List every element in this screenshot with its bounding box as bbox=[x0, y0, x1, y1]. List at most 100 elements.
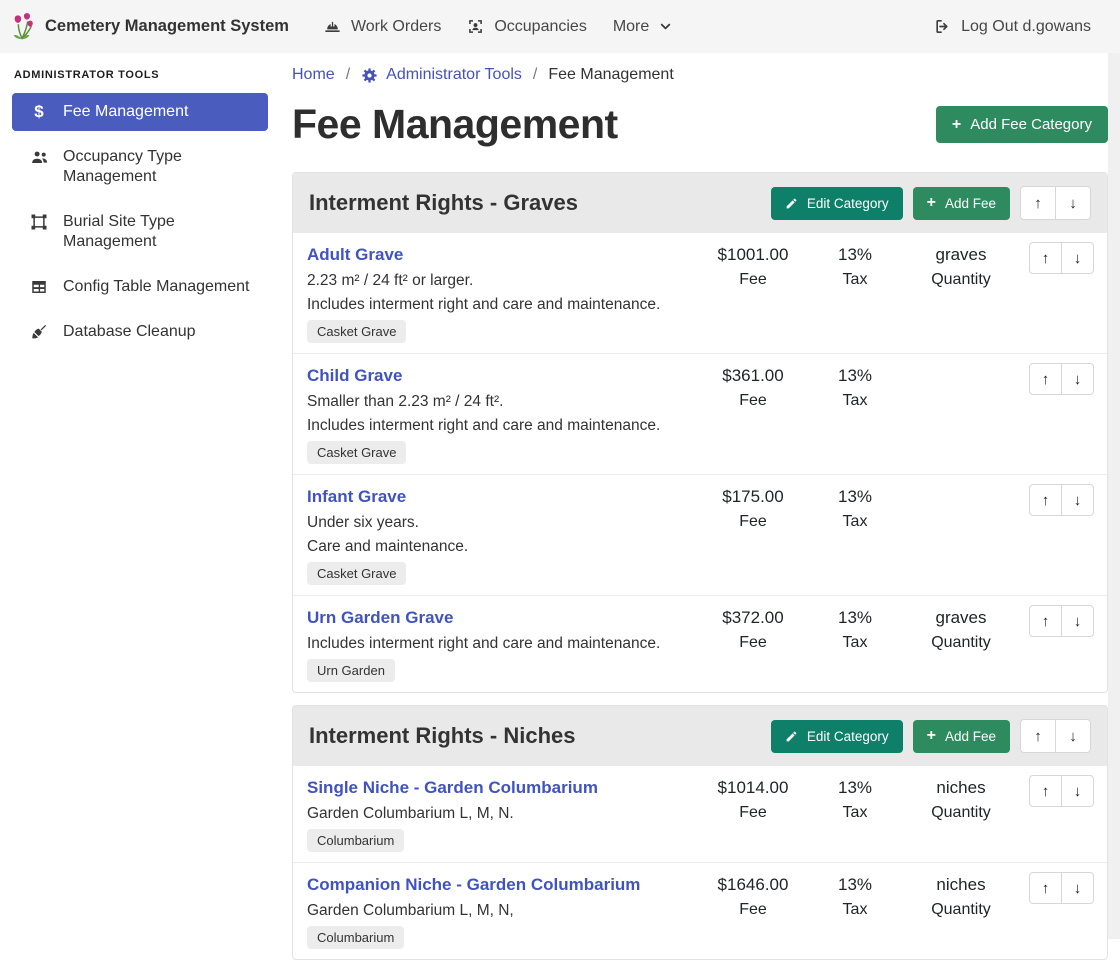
fee-move-down-button[interactable]: ↓ bbox=[1061, 775, 1094, 807]
fee-reorder-group: ↑ ↓ bbox=[1029, 242, 1094, 274]
fee-name-link[interactable]: Infant Grave bbox=[307, 484, 406, 509]
fee-move-up-button[interactable]: ↑ bbox=[1029, 363, 1062, 395]
fee-move-down-button[interactable]: ↓ bbox=[1061, 872, 1094, 904]
fee-type-badge: Columbarium bbox=[307, 926, 404, 949]
fee-name-link[interactable]: Single Niche - Garden Columbarium bbox=[307, 775, 598, 800]
fee-name-link[interactable]: Urn Garden Grave bbox=[307, 605, 453, 630]
add-fee-button[interactable]: + Add Fee bbox=[913, 187, 1010, 220]
page-title: Fee Management bbox=[292, 101, 618, 148]
nav-work-orders[interactable]: Work Orders bbox=[311, 10, 454, 44]
breadcrumb-separator: / bbox=[346, 66, 350, 84]
fee-amount: $175.00 bbox=[698, 484, 808, 509]
quantity-label: Quantity bbox=[903, 897, 1019, 922]
fee-move-down-button[interactable]: ↓ bbox=[1061, 484, 1094, 516]
hard-hat-icon bbox=[324, 18, 341, 35]
chevron-down-icon bbox=[659, 20, 672, 33]
sidebar-item-config-table-management[interactable]: Config Table Management bbox=[12, 268, 268, 306]
quantity-unit: niches bbox=[903, 872, 1019, 897]
fee-label: Fee bbox=[698, 897, 808, 922]
edit-category-button[interactable]: Edit Category bbox=[771, 187, 903, 220]
occupant-frame-icon bbox=[467, 18, 484, 35]
breadcrumb-admin-tools-link[interactable]: Administrator Tools bbox=[361, 66, 522, 84]
sidebar-item-label: Config Table Management bbox=[63, 277, 250, 297]
fee-type-badge: Columbarium bbox=[307, 829, 404, 852]
table-icon bbox=[28, 278, 50, 296]
fee-row-single-niche: Single Niche - Garden Columbarium Garden… bbox=[293, 766, 1107, 862]
plus-icon: + bbox=[927, 197, 936, 209]
logout-label: Log Out d.gowans bbox=[961, 18, 1091, 36]
gear-icon bbox=[361, 67, 378, 84]
nav-label: More bbox=[613, 18, 649, 36]
tax-value: 13% bbox=[805, 484, 905, 509]
add-fee-button[interactable]: + Add Fee bbox=[913, 720, 1010, 753]
fee-reorder-group: ↑ ↓ bbox=[1029, 363, 1094, 395]
nav-more[interactable]: More bbox=[600, 10, 685, 44]
fee-move-up-button[interactable]: ↑ bbox=[1029, 605, 1062, 637]
fee-label: Fee bbox=[698, 509, 808, 534]
sidebar-item-database-cleanup[interactable]: Database Cleanup bbox=[12, 313, 268, 351]
fee-type-badge: Casket Grave bbox=[307, 562, 406, 585]
breadcrumb-separator: / bbox=[533, 66, 537, 84]
fee-move-down-button[interactable]: ↓ bbox=[1061, 242, 1094, 274]
quantity-unit: graves bbox=[903, 242, 1019, 267]
fee-move-down-button[interactable]: ↓ bbox=[1061, 605, 1094, 637]
breadcrumb-label: Administrator Tools bbox=[386, 66, 522, 84]
sidebar-item-label: Burial Site Type Management bbox=[63, 212, 252, 252]
button-label: Edit Category bbox=[807, 196, 889, 211]
fee-move-up-button[interactable]: ↑ bbox=[1029, 775, 1062, 807]
fee-move-up-button[interactable]: ↑ bbox=[1029, 872, 1062, 904]
edit-category-button[interactable]: Edit Category bbox=[771, 720, 903, 753]
fee-reorder-group: ↑ ↓ bbox=[1029, 775, 1094, 807]
sidebar: ADMINISTRATOR TOOLS $ Fee Management Occ… bbox=[0, 53, 280, 939]
fee-move-up-button[interactable]: ↑ bbox=[1029, 242, 1062, 274]
quantity-unit: niches bbox=[903, 775, 1019, 800]
fee-label: Fee bbox=[698, 267, 808, 292]
sidebar-item-label: Occupancy Type Management bbox=[63, 147, 252, 187]
fee-move-down-button[interactable]: ↓ bbox=[1061, 363, 1094, 395]
nav-occupancies[interactable]: Occupancies bbox=[454, 10, 600, 44]
fee-name-link[interactable]: Adult Grave bbox=[307, 242, 403, 267]
sidebar-item-label: Fee Management bbox=[63, 102, 188, 122]
fee-name-link[interactable]: Child Grave bbox=[307, 363, 402, 388]
category-header: Interment Rights - Niches Edit Category … bbox=[293, 706, 1107, 766]
fee-amount: $1001.00 bbox=[698, 242, 808, 267]
tax-label: Tax bbox=[805, 630, 905, 655]
category-move-up-button[interactable]: ↑ bbox=[1020, 719, 1056, 753]
category-move-down-button[interactable]: ↓ bbox=[1055, 719, 1091, 753]
vector-square-icon bbox=[28, 213, 50, 231]
nav-label: Occupancies bbox=[494, 18, 587, 36]
main-content: Home / Administrator Tools / Fee Manag bbox=[280, 53, 1120, 939]
fee-label: Fee bbox=[698, 388, 808, 413]
fee-move-up-button[interactable]: ↑ bbox=[1029, 484, 1062, 516]
plus-icon: + bbox=[927, 730, 936, 742]
sidebar-item-occupancy-type-management[interactable]: Occupancy Type Management bbox=[12, 138, 268, 196]
category-move-down-button[interactable]: ↓ bbox=[1055, 186, 1091, 220]
quantity-unit: graves bbox=[903, 605, 1019, 630]
sidebar-item-burial-site-type-management[interactable]: Burial Site Type Management bbox=[12, 203, 268, 261]
tax-label: Tax bbox=[805, 509, 905, 534]
tax-value: 13% bbox=[805, 605, 905, 630]
tax-label: Tax bbox=[805, 388, 905, 413]
plus-icon: + bbox=[952, 119, 961, 131]
app-brand[interactable]: Cemetery Management System bbox=[10, 13, 289, 41]
fee-row-adult-grave: Adult Grave 2.23 m² / 24 ft² or larger. … bbox=[293, 233, 1107, 353]
fee-amount: $361.00 bbox=[698, 363, 808, 388]
sidebar-item-fee-management[interactable]: $ Fee Management bbox=[12, 93, 268, 131]
pencil-icon bbox=[785, 197, 798, 210]
sidebar-item-label: Database Cleanup bbox=[63, 322, 196, 342]
fee-row-child-grave: Child Grave Smaller than 2.23 m² / 24 ft… bbox=[293, 353, 1107, 474]
fee-type-badge: Casket Grave bbox=[307, 320, 406, 343]
add-fee-category-button[interactable]: + Add Fee Category bbox=[936, 106, 1108, 143]
fee-reorder-group: ↑ ↓ bbox=[1029, 605, 1094, 637]
category-header: Interment Rights - Graves Edit Category … bbox=[293, 173, 1107, 233]
top-navbar: Cemetery Management System Work Orders O… bbox=[0, 0, 1120, 53]
pencil-icon bbox=[785, 730, 798, 743]
fee-name-link[interactable]: Companion Niche - Garden Columbarium bbox=[307, 872, 640, 897]
quantity-label: Quantity bbox=[903, 630, 1019, 655]
logout-button[interactable]: Log Out d.gowans bbox=[921, 10, 1104, 44]
breadcrumb-home-link[interactable]: Home bbox=[292, 66, 335, 84]
category-reorder-group: ↑ ↓ bbox=[1020, 186, 1091, 220]
scrollbar-track[interactable] bbox=[1108, 53, 1120, 939]
category-move-up-button[interactable]: ↑ bbox=[1020, 186, 1056, 220]
tax-value: 13% bbox=[805, 872, 905, 897]
